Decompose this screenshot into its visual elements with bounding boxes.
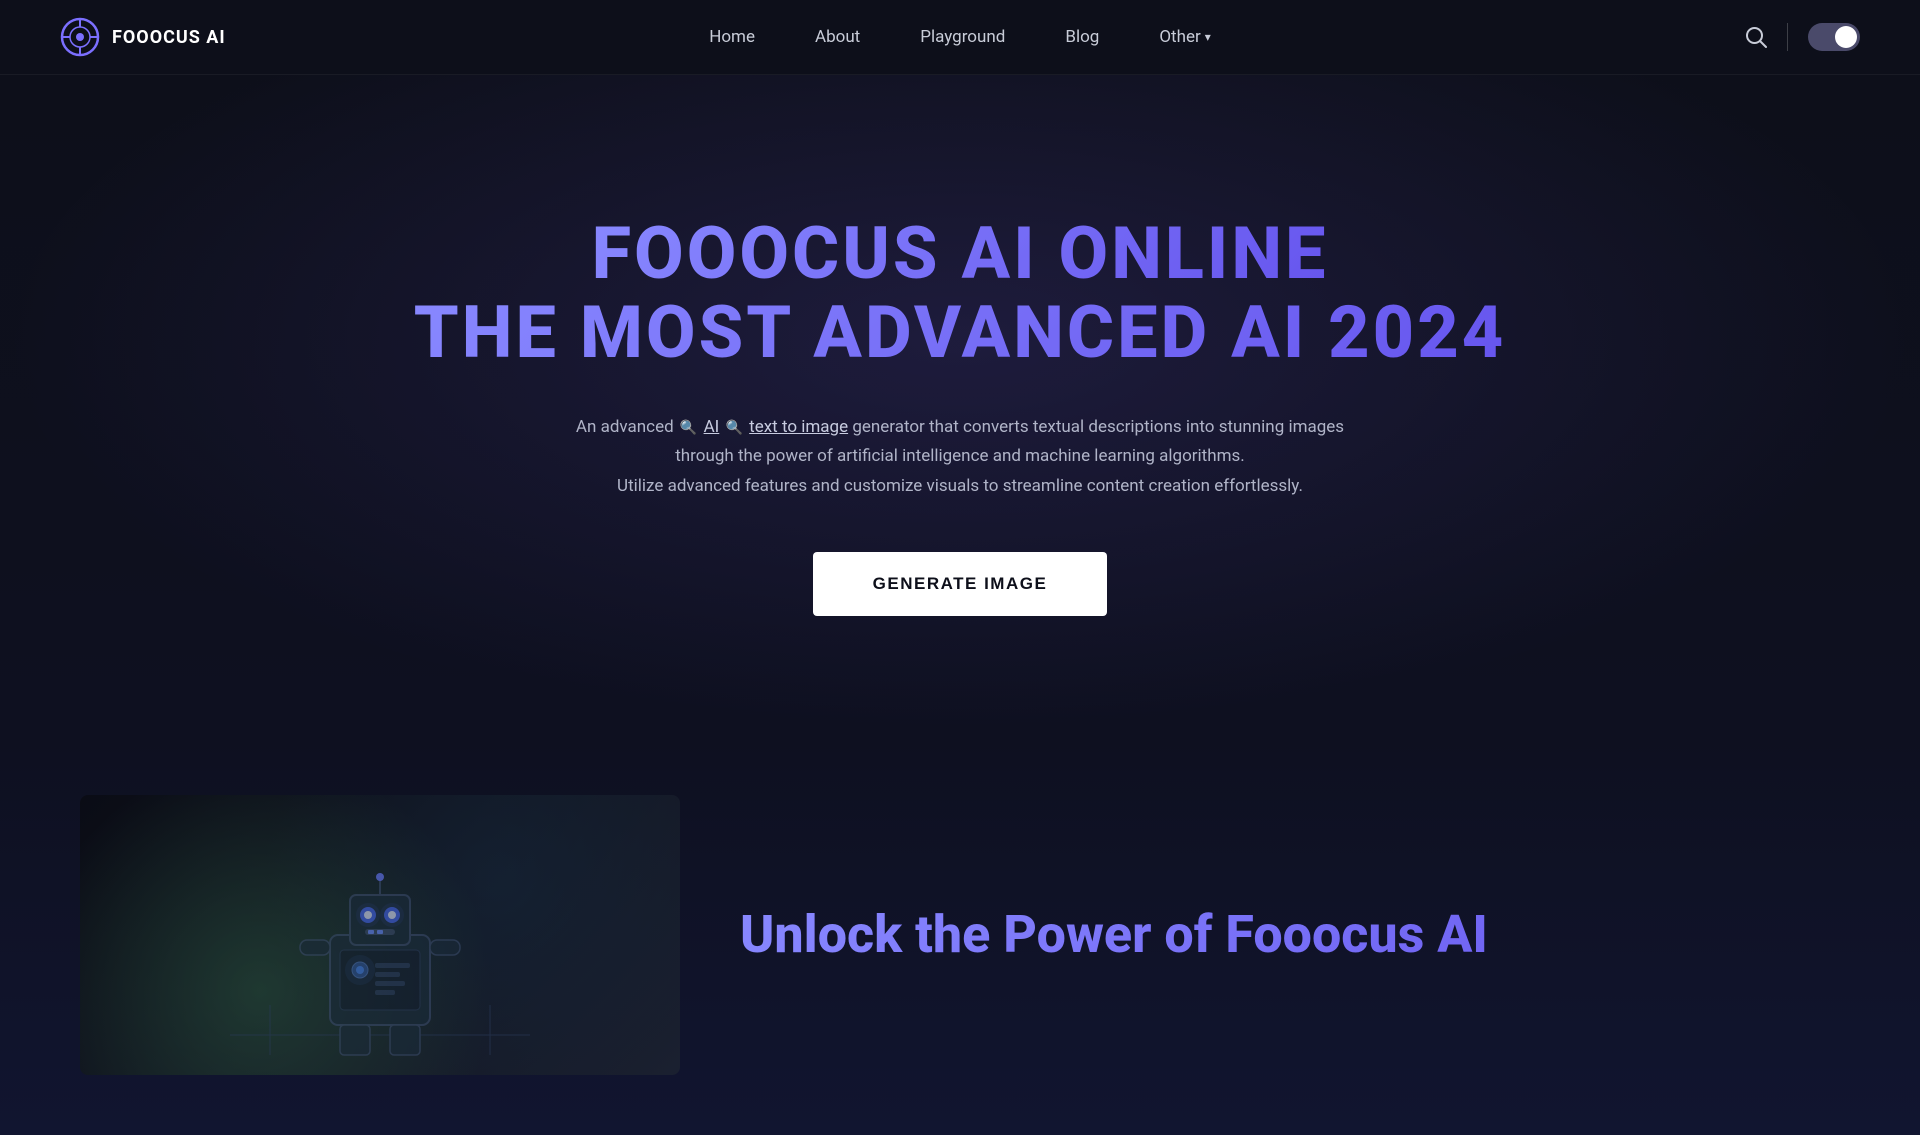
toggle-knob xyxy=(1835,26,1857,48)
lower-section: Unlock the Power of Fooocus AI xyxy=(0,735,1920,1135)
nav-right xyxy=(1745,23,1860,51)
hero-description: An advanced 🔍 AI 🔍 text to image generat… xyxy=(576,413,1344,502)
search-icon xyxy=(1745,26,1767,48)
nav-playground[interactable]: Playground xyxy=(920,27,1005,47)
search-button[interactable] xyxy=(1745,26,1767,48)
hero-visual-icon xyxy=(210,855,550,1075)
nav-blog[interactable]: Blog xyxy=(1065,27,1099,47)
hero-title-line2: THE MOST ADVANCED AI 2024 xyxy=(414,293,1506,372)
nav-home[interactable]: Home xyxy=(709,27,755,47)
nav-about[interactable]: About xyxy=(815,27,860,47)
chevron-down-icon: ▾ xyxy=(1205,30,1211,44)
lower-image xyxy=(80,795,680,1075)
logo-icon xyxy=(60,17,100,57)
search-icon-inline-2: 🔍 xyxy=(726,416,743,441)
navbar: FOOOCUS AI Home About Playground Blog Ot… xyxy=(0,0,1920,75)
nav-other[interactable]: Other ▾ xyxy=(1159,27,1210,47)
theme-toggle[interactable] xyxy=(1808,23,1860,51)
logo[interactable]: FOOOCUS AI xyxy=(60,17,226,57)
nav-divider xyxy=(1787,23,1788,51)
lower-image-inner xyxy=(80,795,680,1075)
lower-title: Unlock the Power of Fooocus AI xyxy=(740,904,1840,966)
hero-section: FOOOCUS AI ONLINE THE MOST ADVANCED AI 2… xyxy=(0,75,1920,735)
logo-text: FOOOCUS AI xyxy=(112,27,226,48)
generate-image-button[interactable]: GENERATE IMAGE xyxy=(813,552,1108,616)
nav-links: Home About Playground Blog Other ▾ xyxy=(709,27,1211,47)
hero-desc-line2: through the power of artificial intellig… xyxy=(576,442,1344,472)
hero-desc-line1: An advanced 🔍 AI 🔍 text to image generat… xyxy=(576,413,1344,443)
lower-text: Unlock the Power of Fooocus AI xyxy=(740,904,1840,966)
hero-title-line1: FOOOCUS AI ONLINE xyxy=(592,214,1329,293)
search-icon-inline-1: 🔍 xyxy=(680,416,697,441)
hero-desc-line3: Utilize advanced features and customize … xyxy=(576,472,1344,502)
